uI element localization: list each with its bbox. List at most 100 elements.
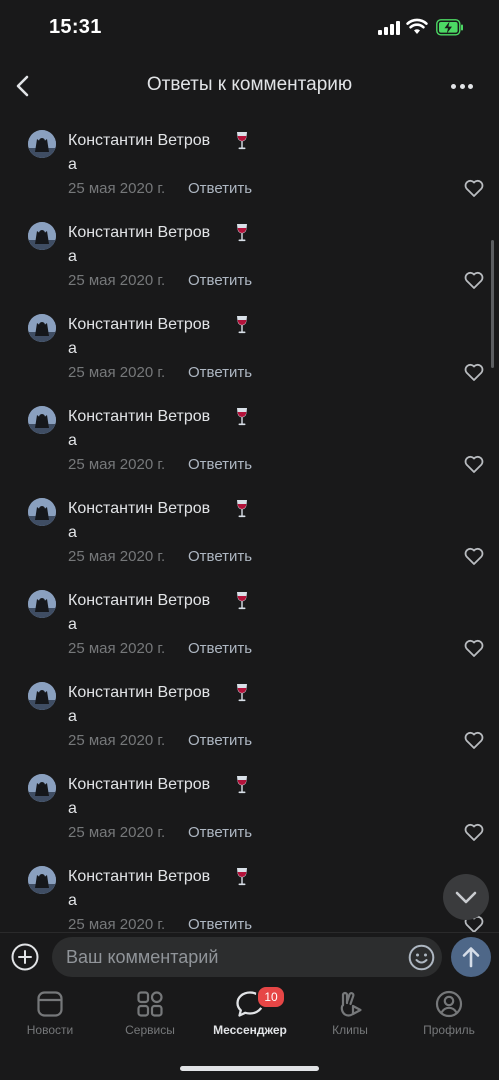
comment-date: 25 мая 2020 г.	[68, 548, 166, 565]
wifi-icon	[406, 18, 428, 34]
more-options-button[interactable]	[447, 72, 477, 100]
comment-author[interactable]: Константин Ветров	[68, 592, 210, 610]
tab-news[interactable]: Новости	[0, 990, 100, 1050]
avatar-image	[28, 406, 56, 434]
comment-text: а	[68, 340, 77, 357]
wine-glass-icon	[237, 132, 247, 150]
unread-badge: 10	[256, 985, 286, 1009]
avatar-image	[28, 682, 56, 710]
smile-icon[interactable]	[408, 944, 435, 971]
chevron-down-icon	[455, 891, 477, 904]
scrollbar[interactable]	[491, 240, 494, 368]
comment-composer	[0, 932, 499, 981]
comment-author[interactable]: Константин Ветров	[68, 224, 210, 242]
profile-icon	[435, 990, 463, 1018]
send-button[interactable]	[451, 937, 491, 977]
tab-label: Профиль	[423, 1023, 475, 1037]
avatar[interactable]	[28, 222, 56, 250]
comment-item: Константин Ветров а 25 мая 2020 г. Ответ…	[0, 766, 499, 858]
heart-icon[interactable]	[463, 178, 485, 198]
reply-button[interactable]: Ответить	[188, 824, 252, 841]
avatar[interactable]	[28, 774, 56, 802]
reply-button[interactable]: Ответить	[188, 916, 252, 932]
arrow-up-icon	[462, 947, 480, 968]
heart-icon[interactable]	[463, 730, 485, 750]
comment-input[interactable]	[52, 937, 442, 977]
comment-item: Константин Ветров а 25 мая 2020 г. Ответ…	[0, 306, 499, 398]
heart-icon[interactable]	[463, 822, 485, 842]
clips-icon	[340, 991, 362, 1017]
comment-item: Константин Ветров а 25 мая 2020 г. Ответ…	[0, 858, 499, 932]
reply-button[interactable]: Ответить	[188, 640, 252, 657]
comment-item: Константин Ветров а 25 мая 2020 г. Ответ…	[0, 122, 499, 214]
status-time: 15:31	[49, 16, 102, 38]
status-bar: 15:31	[0, 0, 499, 58]
comment-author[interactable]: Константин Ветров	[68, 408, 210, 426]
comment-text: а	[68, 800, 77, 817]
comment-item: Константин Ветров а 25 мая 2020 г. Ответ…	[0, 490, 499, 582]
comment-author[interactable]: Константин Ветров	[68, 500, 210, 518]
tab-label: Клипы	[332, 1023, 368, 1037]
comment-date: 25 мая 2020 г.	[68, 272, 166, 289]
avatar-image	[28, 498, 56, 526]
avatar-image	[28, 130, 56, 158]
wine-glass-icon	[237, 408, 247, 426]
avatar-image	[28, 866, 56, 894]
tab-clips[interactable]: Клипы	[300, 990, 400, 1050]
reply-button[interactable]: Ответить	[188, 732, 252, 749]
tab-profile[interactable]: Профиль	[399, 990, 499, 1050]
wine-glass-icon	[237, 776, 247, 794]
comment-author[interactable]: Константин Ветров	[68, 776, 210, 794]
plus-circle-icon[interactable]	[11, 943, 39, 971]
wine-glass-icon	[237, 500, 247, 518]
avatar-image	[28, 222, 56, 250]
avatar[interactable]	[28, 682, 56, 710]
comment-text: а	[68, 616, 77, 633]
comments-list[interactable]: Константин Ветров а 25 мая 2020 г. Ответ…	[0, 122, 499, 932]
comment-item: Константин Ветров а 25 мая 2020 г. Ответ…	[0, 398, 499, 490]
wine-glass-icon	[237, 224, 247, 242]
tab-label: Новости	[26, 1023, 74, 1037]
avatar[interactable]	[28, 406, 56, 434]
heart-icon[interactable]	[463, 362, 485, 382]
wine-glass-icon	[237, 592, 247, 610]
avatar[interactable]	[28, 314, 56, 342]
scroll-down-button[interactable]	[443, 874, 489, 920]
reply-button[interactable]: Ответить	[188, 548, 252, 565]
comment-author[interactable]: Константин Ветров	[68, 684, 210, 702]
comment-text: а	[68, 892, 77, 909]
wine-glass-icon	[237, 684, 247, 702]
reply-button[interactable]: Ответить	[188, 180, 252, 197]
heart-icon[interactable]	[463, 454, 485, 474]
comment-text: а	[68, 432, 77, 449]
wine-glass-icon	[237, 316, 247, 334]
heart-icon[interactable]	[463, 638, 485, 658]
comment-item: Константин Ветров а 25 мая 2020 г. Ответ…	[0, 582, 499, 674]
reply-button[interactable]: Ответить	[188, 272, 252, 289]
comment-author[interactable]: Константин Ветров	[68, 316, 210, 334]
comment-date: 25 мая 2020 г.	[68, 916, 166, 932]
home-indicator[interactable]	[180, 1066, 319, 1071]
comment-item: Константин Ветров а 25 мая 2020 г. Ответ…	[0, 214, 499, 306]
avatar[interactable]	[28, 866, 56, 894]
avatar-image	[28, 590, 56, 618]
comment-date: 25 мая 2020 г.	[68, 364, 166, 381]
heart-icon[interactable]	[463, 546, 485, 566]
heart-icon[interactable]	[463, 270, 485, 290]
header: Ответы к комментарию	[0, 58, 499, 114]
tab-services[interactable]: Сервисы	[100, 990, 200, 1050]
comment-date: 25 мая 2020 г.	[68, 732, 166, 749]
reply-button[interactable]: Ответить	[188, 456, 252, 473]
comment-date: 25 мая 2020 г.	[68, 640, 166, 657]
avatar[interactable]	[28, 130, 56, 158]
comment-author[interactable]: Константин Ветров	[68, 132, 210, 150]
reply-button[interactable]: Ответить	[188, 364, 252, 381]
avatar[interactable]	[28, 498, 56, 526]
tab-label: Сервисы	[125, 1023, 175, 1037]
tab-label: Мессенджер	[213, 1023, 287, 1037]
avatar-image	[28, 774, 56, 802]
comment-item: Константин Ветров а 25 мая 2020 г. Ответ…	[0, 674, 499, 766]
comment-author[interactable]: Константин Ветров	[68, 868, 210, 886]
avatar-image	[28, 314, 56, 342]
avatar[interactable]	[28, 590, 56, 618]
